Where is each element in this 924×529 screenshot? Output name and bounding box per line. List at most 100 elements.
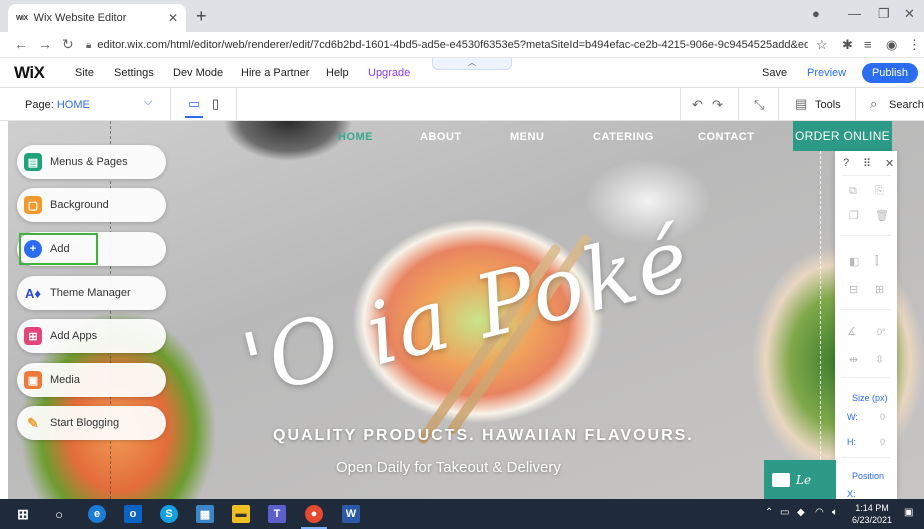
- extensions-icon[interactable]: ✱: [842, 37, 853, 53]
- background-button[interactable]: ▢ Background: [17, 188, 166, 222]
- windows-start-icon[interactable]: ⊞: [14, 505, 32, 523]
- chrome-icon[interactable]: ●: [301, 505, 327, 529]
- close-window-icon[interactable]: ✕: [904, 6, 915, 22]
- chevron-down-icon[interactable]: ⌵: [144, 96, 152, 109]
- desktop-view-icon[interactable]: ▭: [184, 96, 204, 118]
- notifications-icon[interactable]: ▣: [904, 507, 913, 518]
- menu-upgrade[interactable]: Upgrade: [368, 67, 410, 79]
- theme-manager-button[interactable]: A♦ Theme Manager: [17, 276, 166, 310]
- divider: [680, 88, 681, 121]
- tools-button[interactable]: Tools: [815, 99, 841, 111]
- profile-icon[interactable]: ●: [812, 6, 820, 21]
- chat-widget[interactable]: Le: [764, 460, 836, 499]
- teams-icon[interactable]: T: [268, 505, 286, 523]
- add-apps-button[interactable]: ⊞ Add Apps: [17, 319, 166, 353]
- avatar[interactable]: ◉: [886, 37, 897, 53]
- page-label: Page:: [25, 99, 54, 111]
- tools-icon[interactable]: ▤: [795, 96, 807, 112]
- outlook-icon[interactable]: o: [124, 505, 142, 523]
- media-button[interactable]: ▣ Media: [17, 363, 166, 397]
- volume-icon[interactable]: 🔈︎: [832, 507, 838, 518]
- bookmark-star-icon[interactable]: ☆: [816, 37, 828, 53]
- close-icon[interactable]: ✕: [885, 157, 894, 170]
- width-value[interactable]: 0: [880, 412, 885, 422]
- divider: [841, 377, 891, 378]
- publish-button[interactable]: Publish: [862, 63, 918, 83]
- rotate-icon[interactable]: ∡: [847, 325, 857, 338]
- edge-icon[interactable]: e: [88, 505, 106, 523]
- clock-date: 6/23/2021: [851, 515, 893, 525]
- menu-dev-mode[interactable]: Dev Mode: [173, 67, 223, 79]
- tray-app-icon[interactable]: ◆: [797, 507, 805, 518]
- skype-icon[interactable]: S: [160, 505, 178, 523]
- editor-canvas[interactable]: HOME ABOUT MENU CATERING CONTACT ORDER O…: [8, 121, 924, 499]
- add-apps-label: Add Apps: [50, 330, 98, 342]
- site-nav-home[interactable]: HOME: [338, 131, 373, 143]
- page-selector[interactable]: Page: HOME: [25, 99, 90, 111]
- preview-button[interactable]: Preview: [807, 67, 846, 79]
- minimize-icon[interactable]: —: [848, 6, 861, 21]
- forward-icon[interactable]: →: [38, 36, 52, 52]
- sticky-notes-icon[interactable]: ▬: [232, 505, 250, 523]
- reload-icon[interactable]: ↻: [62, 36, 74, 53]
- tab-close-icon[interactable]: ✕: [168, 11, 178, 25]
- help-icon[interactable]: ?: [843, 157, 849, 169]
- site-title[interactable]: 'O ia Poké: [233, 206, 713, 417]
- collapse-bar-chevron-icon[interactable]: ︿: [432, 58, 512, 70]
- zoom-out-icon[interactable]: ⤡: [754, 97, 764, 113]
- url-field[interactable]: 🔒︎ editor.wix.com/html/editor/web/render…: [86, 35, 808, 55]
- align-icon[interactable]: ⫿: [875, 255, 879, 268]
- windows-taskbar: ⊞ ○ e o S ▦ ▬ T ● W ⌃ ▭ ◆ ◠ 🔈︎ 1:14 PM 6…: [0, 499, 924, 529]
- flip-horizontal-icon[interactable]: ⇹: [849, 353, 858, 366]
- paste-icon[interactable]: ⎘: [875, 185, 884, 198]
- browser-menu-icon[interactable]: ⋮: [908, 37, 921, 53]
- taskbar-clock[interactable]: 1:14 PM 6/23/2021: [850, 502, 894, 526]
- order-online-button[interactable]: ORDER ONLINE: [793, 121, 892, 151]
- search-icon[interactable]: ○: [50, 505, 68, 523]
- site-tagline[interactable]: QUALITY PRODUCTS. HAWAIIAN FLAVOURS.: [273, 427, 694, 445]
- copy-icon[interactable]: ⧉: [849, 185, 857, 198]
- browser-tab[interactable]: WiX Wix Website Editor ✕: [8, 4, 186, 32]
- duplicate-icon[interactable]: ❐: [849, 209, 859, 222]
- drag-handle-icon[interactable]: ⠿: [863, 157, 871, 170]
- start-blogging-button[interactable]: ✎ Start Blogging: [17, 406, 166, 440]
- back-icon[interactable]: ←: [14, 36, 28, 52]
- network-icon[interactable]: ▭: [780, 507, 789, 518]
- wix-logo[interactable]: WiX: [14, 63, 45, 83]
- word-icon[interactable]: W: [342, 505, 360, 523]
- site-nav-menu[interactable]: MENU: [510, 131, 544, 143]
- site-subtagline[interactable]: Open Daily for Takeout & Delivery: [336, 459, 561, 476]
- undo-icon[interactable]: ↶: [692, 97, 703, 113]
- lock-icon: 🔒︎: [86, 39, 92, 51]
- redo-icon[interactable]: ↷: [712, 97, 723, 113]
- site-nav-catering[interactable]: CATERING: [593, 131, 654, 143]
- search-button[interactable]: Search: [889, 99, 924, 111]
- arrange-icon[interactable]: ◧: [849, 255, 859, 268]
- wix-editor-bar: Page: HOME ⌵ ▭ ▯ ↶ ↷ ⤡ ▤ Tools ⌕ Search: [0, 88, 924, 121]
- mobile-view-icon[interactable]: ▯: [212, 96, 219, 112]
- divider: [738, 88, 739, 121]
- wifi-icon[interactable]: ◠: [815, 507, 824, 518]
- pages-icon: ▤: [24, 153, 42, 171]
- menus-pages-button[interactable]: ▤ Menus & Pages: [17, 145, 166, 179]
- menu-help[interactable]: Help: [326, 67, 349, 79]
- delete-icon[interactable]: 🗑︎: [875, 209, 889, 222]
- blog-icon: ✎: [27, 414, 39, 431]
- menu-site[interactable]: Site: [75, 67, 94, 79]
- flip-vertical-icon[interactable]: ⇳: [875, 353, 884, 366]
- distribute-icon[interactable]: ⊟: [849, 283, 858, 296]
- tray-chevron-icon[interactable]: ⌃: [765, 507, 773, 518]
- new-tab-button[interactable]: +: [196, 6, 207, 27]
- match-size-icon[interactable]: ⊞: [875, 283, 884, 296]
- store-icon[interactable]: ▦: [196, 505, 214, 523]
- restore-icon[interactable]: ❐: [878, 6, 890, 22]
- height-value[interactable]: 0: [880, 437, 885, 447]
- site-nav-contact[interactable]: CONTACT: [698, 131, 754, 143]
- menu-hire-partner[interactable]: Hire a Partner: [241, 67, 309, 79]
- theme-manager-label: Theme Manager: [50, 287, 131, 299]
- menu-settings[interactable]: Settings: [114, 67, 154, 79]
- reading-list-icon[interactable]: ≡: [864, 37, 872, 52]
- site-nav-about[interactable]: ABOUT: [420, 131, 462, 143]
- save-button[interactable]: Save: [762, 67, 787, 79]
- search-icon[interactable]: ⌕: [870, 96, 877, 112]
